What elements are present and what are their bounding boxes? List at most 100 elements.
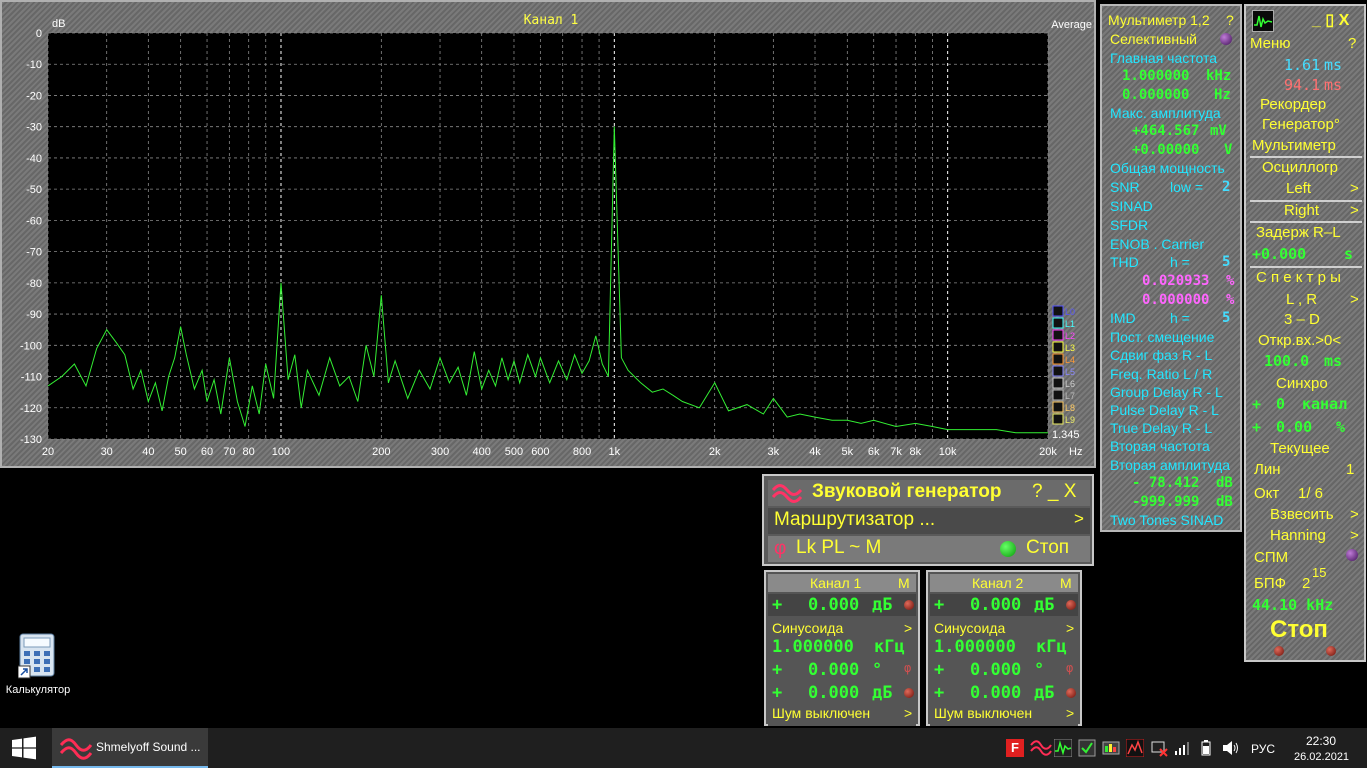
selective-indicator[interactable] [1220,33,1232,45]
spm-label[interactable]: СПМ [1254,549,1288,566]
second-freq-label[interactable]: Вторая частота [1110,438,1210,454]
lin-label[interactable]: Лин [1254,461,1281,478]
generator-button[interactable]: Генератор° [1262,116,1340,133]
router-label[interactable]: Маршрутизатор ... [774,509,935,531]
layer-toggle[interactable] [1052,389,1064,401]
channel-2-amp-sign[interactable]: + [934,683,944,703]
channel-2-phase-value[interactable]: 0.000 [970,660,1021,680]
phase-shift-label[interactable]: Сдвиг фаз R - L [1110,347,1212,363]
channel-2-level-sign[interactable]: + [934,595,944,615]
layer-label[interactable]: L4 [1065,355,1075,365]
tray-network-off-icon[interactable] [1150,739,1168,757]
lin-value[interactable]: 1 [1346,461,1354,478]
generator-window-controls[interactable]: ? _ X [1032,481,1076,503]
channel-2-phi[interactable]: φ [1066,661,1073,675]
spectra-lr-arrow[interactable]: > [1350,291,1359,308]
sinad-label[interactable]: SINAD [1110,198,1153,214]
tray-sound-wave-icon[interactable] [1030,739,1052,757]
channel-2-waveform-arrow[interactable]: > [1066,620,1074,636]
second-amp-label[interactable]: Вторая амплитуда [1110,457,1230,473]
snr-low-value[interactable]: 2 [1222,179,1230,195]
help-button[interactable]: ? [1348,35,1356,52]
channel-1-title[interactable]: Канал 1 [810,575,861,591]
imd-label[interactable]: IMD [1110,310,1136,326]
channel-2-noise-row[interactable]: Шум выключен > [930,704,1078,726]
sync-button[interactable]: Синхро [1276,375,1328,392]
pulse-delay-label[interactable]: Pulse Delay R - L [1110,402,1219,418]
channel-1-noise-arrow[interactable]: > [904,705,912,721]
generator-run-indicator[interactable] [1000,541,1016,557]
multimeter-help-button[interactable]: ? [1226,12,1234,28]
channel-1-m[interactable]: M [898,575,910,591]
spectra-button[interactable]: С п е к т р ы [1256,269,1341,286]
layer-label[interactable]: L9 [1065,415,1075,425]
channel-1-phase-value[interactable]: 0.000 [808,660,859,680]
generator-title-bar[interactable]: Звуковой генератор ? _ X [768,480,1090,506]
sound-generator-window[interactable]: Звуковой генератор ? _ X Маршрутизатор .… [762,474,1094,566]
stop-button[interactable]: Стоп [1270,616,1328,644]
tray-time[interactable]: 22:30 [1306,734,1336,748]
tray-battery-icon[interactable] [1198,740,1214,756]
layer-toggle[interactable] [1052,413,1064,425]
group-delay-label[interactable]: Group Delay R - L [1110,384,1223,400]
spectrum-window[interactable]: 0 -10 -20 -30 -40 -50 -60 -70 -80 -90 -100 -110 -120… [0,0,1096,468]
channel-1-freq-value[interactable]: 1.000000 [772,637,854,657]
tray-signal-icon[interactable] [1174,740,1190,756]
channel-1-waveform[interactable]: Синусоида [772,620,843,636]
max-amp-label[interactable]: Макс. амплитуда [1110,105,1221,121]
open-input-label[interactable]: Откр.вх.>0< [1258,332,1341,349]
channel-2-waveform[interactable]: Синусоида [934,620,1005,636]
main-freq-label[interactable]: Главная частота [1110,50,1217,66]
layer-toggle[interactable] [1052,353,1064,365]
layer-toggle[interactable] [1052,329,1064,341]
channel-2-title[interactable]: Канал 2 [972,575,1023,591]
app-icon[interactable] [1252,10,1274,32]
layer-label[interactable]: L0 [1065,307,1075,317]
recorder-button[interactable]: Рекордер [1260,96,1326,113]
layer-label[interactable]: L5 [1065,367,1075,377]
layer-label[interactable]: L6 [1065,379,1075,389]
generator-stop-button[interactable]: Стоп [1026,537,1069,559]
freq-ratio-label[interactable]: Freq. Ratio L / R [1110,366,1212,382]
layer-toggle[interactable] [1052,341,1064,353]
channel-2-noise-arrow[interactable]: > [1066,705,1074,721]
channel-2-phase-sign[interactable]: + [934,660,944,680]
fft-exponent[interactable]: 15 [1312,565,1326,580]
channel-1-level-value[interactable]: 0.000 [808,595,859,615]
router-arrow[interactable]: > [1074,509,1084,529]
channel-1-noise-row[interactable]: Шум выключен > [768,704,916,726]
tray-analyzer-icon[interactable] [1126,739,1144,757]
selective-label[interactable]: Селективный [1110,31,1197,47]
right-channel-button[interactable]: Right [1284,202,1319,219]
imd-h-value[interactable]: 5 [1222,310,1230,326]
hanning-button[interactable]: Hanning [1270,527,1326,544]
channel-1-led[interactable] [904,600,914,610]
tray-oscilloscope-icon[interactable] [1054,739,1072,757]
menu-button[interactable]: Меню [1250,35,1291,52]
sync-channel-value[interactable]: 0 [1276,395,1285,413]
oct-label[interactable]: Окт [1254,485,1279,502]
total-power-label[interactable]: Общая мощность [1110,160,1225,176]
enob-label[interactable]: ENOB . Carrier [1110,236,1204,252]
tray-volume-icon[interactable] [1222,740,1240,756]
channel-2-noise[interactable]: Шум выключен [934,705,1032,721]
tray-language[interactable]: РУС [1251,742,1275,756]
average-label[interactable]: Average [1051,19,1092,31]
thd-label[interactable]: THD [1110,254,1139,270]
channel-1-waveform-arrow[interactable]: > [904,620,912,636]
left-channel-button[interactable]: Left [1286,180,1311,197]
window-controls[interactable]: _ ▯ X [1312,10,1349,30]
tray-date[interactable]: 26.02.2021 [1294,751,1349,763]
channel-1-phase-sign[interactable]: + [772,660,782,680]
dc-offset-label[interactable]: Пост. смещение [1110,329,1214,345]
tray-meter-icon[interactable] [1102,739,1120,757]
layer-label[interactable]: L7 [1065,391,1075,401]
channel-2-m[interactable]: M [1060,575,1072,591]
spectra-3d-button[interactable]: 3 – D [1284,311,1320,328]
sfdr-label[interactable]: SFDR [1110,217,1148,233]
left-arrow[interactable]: > [1350,180,1359,197]
layer-toggle[interactable] [1052,305,1064,317]
true-delay-label[interactable]: True Delay R - L [1110,420,1212,436]
layer-toggle[interactable] [1052,365,1064,377]
channel-1-noise[interactable]: Шум выключен [772,705,870,721]
